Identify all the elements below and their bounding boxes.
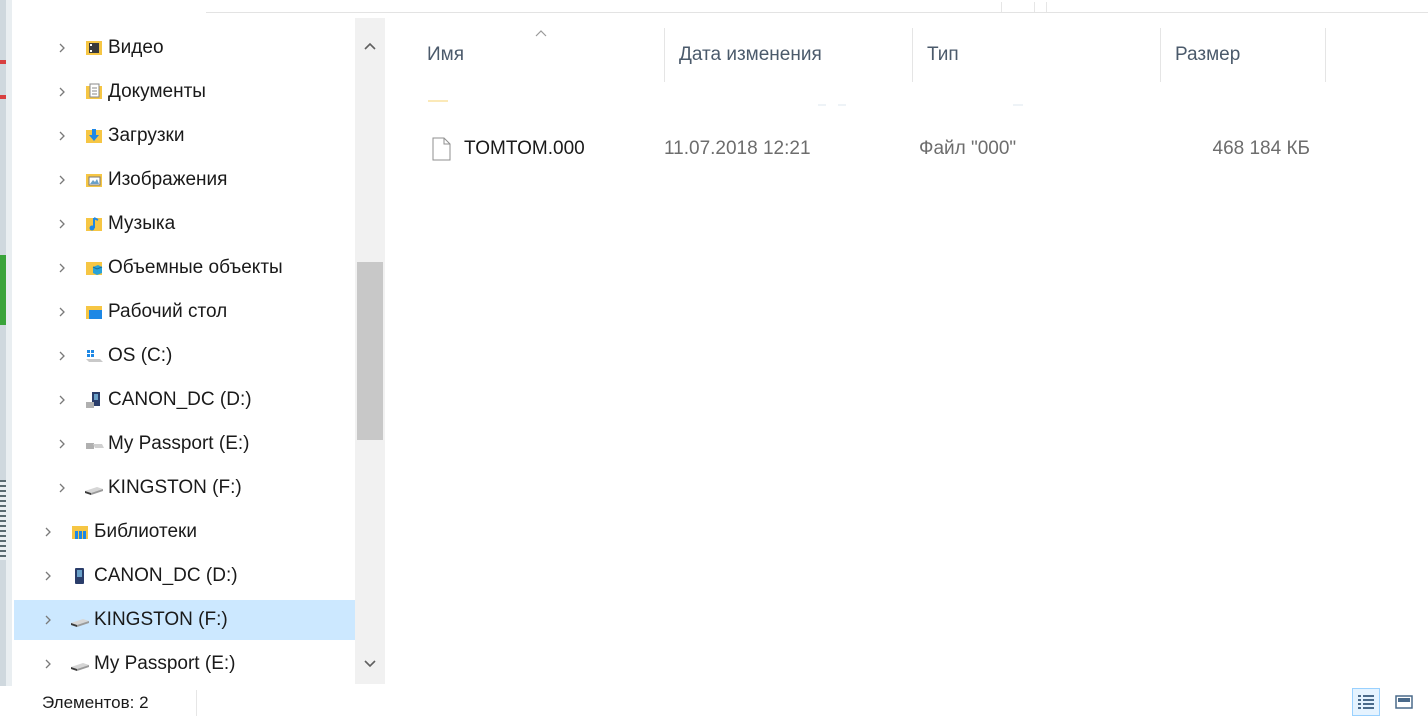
file-modified-date: 11.07.2018 12:21 <box>664 138 811 159</box>
file-type: Файл "000" <box>919 138 1017 159</box>
nav-item-drive-d[interactable]: CANON_DC (D:) <box>14 380 355 420</box>
video-folder-icon <box>84 38 104 58</box>
chevron-right-icon[interactable] <box>54 172 70 188</box>
chevron-right-icon[interactable] <box>54 128 70 144</box>
chevron-up-icon <box>364 42 376 50</box>
navigation-pane: Видео Документы Загрузки Изображения Муз… <box>14 18 355 684</box>
nav-item-label: KINGSTON (F:) <box>108 477 242 498</box>
nav-item-downloads[interactable]: Загрузки <box>14 116 355 156</box>
desktop-folder-icon <box>84 302 104 322</box>
column-header-row: Имя Дата изменения Тип Размер <box>412 28 1428 82</box>
pictures-folder-icon <box>84 170 104 190</box>
libraries-icon <box>70 522 90 542</box>
chevron-right-icon[interactable] <box>54 392 70 408</box>
usb-drive-icon <box>84 478 104 498</box>
scroll-down-button[interactable] <box>355 650 385 678</box>
chevron-right-icon[interactable] <box>40 656 56 672</box>
nav-item-label: Документы <box>108 81 206 102</box>
nav-item-pictures[interactable]: Изображения <box>14 160 355 200</box>
group-divider <box>428 100 1028 110</box>
external-drive-icon <box>84 434 104 454</box>
nav-item-label: CANON_DC (D:) <box>108 389 252 410</box>
large-icons-view-icon <box>1395 695 1413 709</box>
chevron-right-icon[interactable] <box>54 84 70 100</box>
chevron-right-icon[interactable] <box>54 40 70 56</box>
nav-item-label: Видео <box>108 37 164 58</box>
nav-item-drive-f[interactable]: KINGSTON (F:) <box>14 468 355 508</box>
music-folder-icon <box>84 214 104 234</box>
nav-item-label: Загрузки <box>108 125 185 146</box>
chevron-down-icon <box>364 660 376 668</box>
large-icons-view-button[interactable] <box>1390 688 1418 716</box>
window-left-edge <box>0 0 14 690</box>
column-header-name[interactable]: Имя <box>412 28 664 82</box>
nav-item-drive-e[interactable]: My Passport (E:) <box>14 424 355 464</box>
camera-device-icon <box>70 566 90 586</box>
nav-item-3d-objects[interactable]: Объемные объекты <box>14 248 355 288</box>
file-name: TOMTOM.000 <box>464 138 585 159</box>
nav-item-kingston-selected[interactable]: KINGSTON (F:) <box>14 600 355 640</box>
system-drive-icon <box>84 346 104 366</box>
nav-item-label: Изображения <box>108 169 228 190</box>
nav-item-libraries[interactable]: Библиотеки <box>14 512 355 552</box>
nav-item-label: CANON_DC (D:) <box>94 565 238 586</box>
nav-item-label: My Passport (E:) <box>108 433 250 454</box>
item-count: Элементов: 2 <box>42 692 149 712</box>
details-view-icon <box>1358 695 1374 709</box>
file-list-row[interactable]: TOMTOM.000 11.07.2018 12:21 Файл "000" 4… <box>412 124 1412 174</box>
address-bar-strip <box>206 0 1428 13</box>
3d-objects-folder-icon <box>84 258 104 278</box>
chevron-right-icon[interactable] <box>54 436 70 452</box>
scrollbar-thumb[interactable] <box>357 262 383 440</box>
chevron-right-icon[interactable] <box>40 568 56 584</box>
nav-item-documents[interactable]: Документы <box>14 72 355 112</box>
nav-item-label: KINGSTON (F:) <box>94 609 228 630</box>
scroll-up-button[interactable] <box>355 32 385 60</box>
file-name-cell[interactable]: TOMTOM.000 <box>430 124 585 174</box>
nav-item-label: My Passport (E:) <box>94 653 236 674</box>
file-size: 468 184 КБ <box>1212 138 1311 159</box>
nav-item-label: Музыка <box>108 213 176 234</box>
nav-scrollbar[interactable] <box>355 18 385 684</box>
nav-item-music[interactable]: Музыка <box>14 204 355 244</box>
chevron-right-icon[interactable] <box>54 304 70 320</box>
nav-item-label: Объемные объекты <box>108 257 283 278</box>
column-header-type[interactable]: Тип <box>912 28 1160 82</box>
status-divider <box>196 690 197 716</box>
downloads-folder-icon <box>84 126 104 146</box>
chevron-right-icon[interactable] <box>40 524 56 540</box>
documents-folder-icon <box>84 82 104 102</box>
chevron-right-icon[interactable] <box>54 348 70 364</box>
nav-item-camera-device[interactable]: CANON_DC (D:) <box>14 556 355 596</box>
chevron-right-icon[interactable] <box>54 260 70 276</box>
usb-drive-icon <box>70 610 90 630</box>
nav-item-label: Библиотеки <box>94 521 197 542</box>
column-header-size[interactable]: Размер <box>1160 28 1325 82</box>
status-bar: Элементов: 2 <box>0 686 1428 719</box>
camera-drive-icon <box>84 390 104 410</box>
nav-item-video[interactable]: Видео <box>14 28 355 68</box>
generic-file-icon <box>432 137 451 161</box>
column-separator[interactable] <box>1325 28 1326 82</box>
nav-item-label: Рабочий стол <box>108 301 228 322</box>
column-header-modified[interactable]: Дата изменения <box>664 28 912 82</box>
details-view-button[interactable] <box>1352 688 1380 716</box>
chevron-right-icon[interactable] <box>54 480 70 496</box>
nav-item-desktop[interactable]: Рабочий стол <box>14 292 355 332</box>
nav-item-drive-c[interactable]: OS (C:) <box>14 336 355 376</box>
usb-drive-icon <box>70 654 90 674</box>
nav-item-my-passport[interactable]: My Passport (E:) <box>14 644 355 684</box>
chevron-right-icon[interactable] <box>40 612 56 628</box>
nav-item-label: OS (C:) <box>108 345 173 366</box>
chevron-right-icon[interactable] <box>54 216 70 232</box>
